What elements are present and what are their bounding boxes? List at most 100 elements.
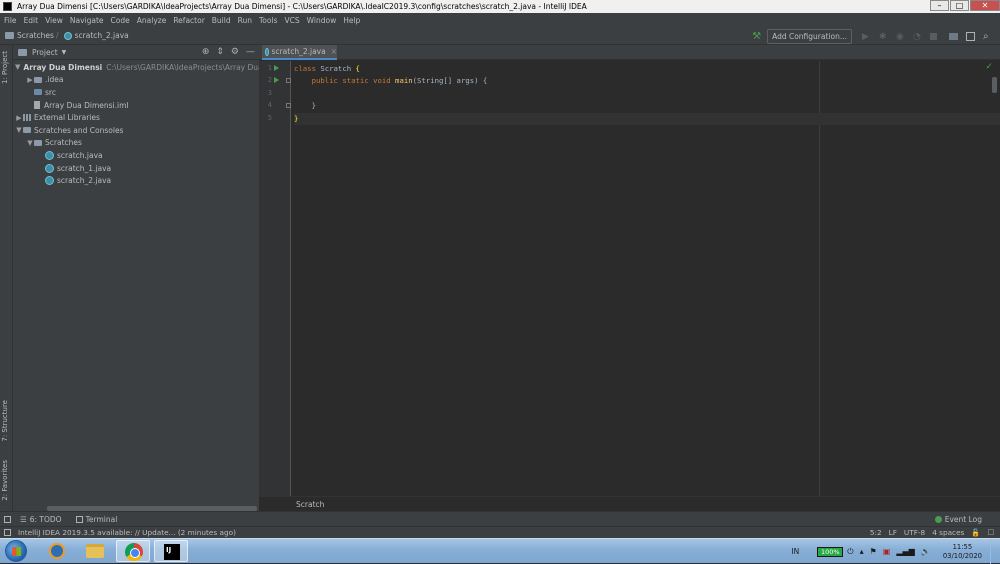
status-toggle-icon[interactable] (4, 529, 11, 536)
notification-icon[interactable]: ☐ (987, 528, 994, 537)
menu-tools[interactable]: Tools (259, 16, 277, 25)
structure-tool-tab[interactable]: 7: Structure (1, 400, 9, 442)
menu-view[interactable]: View (45, 16, 63, 25)
menu-edit[interactable]: Edit (24, 16, 39, 25)
breadcrumb-file[interactable]: scratch_2.java (75, 31, 129, 40)
editor-area: scratch_2.java × 1 2 3 4 5 class Scratch… (259, 45, 1000, 511)
volume-icon[interactable]: 🔈 (921, 547, 931, 556)
line-number: 4 (267, 101, 272, 109)
maximize-button[interactable]: □ (950, 0, 969, 11)
signal-icon[interactable]: ▂▄▆ (896, 547, 914, 556)
action-center-flag-icon[interactable]: ⚑ (870, 547, 877, 556)
chevron-down-icon[interactable]: ▼ (62, 49, 67, 56)
close-button[interactable]: ✕ (970, 0, 1000, 11)
tree-item[interactable]: Array Dua Dimensi.iml (13, 99, 259, 112)
file-encoding[interactable]: UTF-8 (904, 528, 925, 537)
menu-analyze[interactable]: Analyze (137, 16, 167, 25)
taskbar-media-player[interactable] (40, 540, 74, 562)
tree-item[interactable]: ▶ External Libraries (13, 111, 259, 124)
menu-window[interactable]: Window (307, 16, 337, 25)
code-token: Scratch (320, 64, 356, 73)
collapse-all-icon[interactable]: ⇕ (216, 47, 224, 57)
menu-run[interactable]: Run (238, 16, 252, 25)
menu-vcs[interactable]: VCS (284, 16, 299, 25)
menu-refactor[interactable]: Refactor (173, 16, 204, 25)
tree-item[interactable]: scratch_2.java (13, 174, 259, 187)
gear-icon[interactable]: ⚙ (231, 47, 239, 57)
lock-icon[interactable]: 🔓 (971, 528, 980, 537)
project-structure-icon[interactable] (949, 33, 958, 40)
toggle-tool-windows-icon[interactable] (4, 515, 11, 523)
expand-arrow-icon[interactable]: ▼ (15, 126, 23, 134)
event-log-button[interactable]: Event Log (934, 515, 982, 524)
locate-file-icon[interactable]: ⊕ (202, 47, 210, 57)
battery-indicator[interactable]: 100% (817, 546, 844, 557)
menu-help[interactable]: Help (343, 16, 360, 25)
code-editor[interactable]: class Scratch { public static void main(… (294, 61, 1000, 496)
add-configuration-button[interactable]: Add Configuration... (767, 29, 852, 44)
taskbar-file-explorer[interactable] (78, 540, 112, 562)
tree-item[interactable]: ▼ Scratches and Consoles (13, 124, 259, 137)
tree-item[interactable]: ▼ Scratches (13, 137, 259, 150)
project-view-selector[interactable]: Project (32, 48, 58, 57)
power-plug-icon[interactable]: ⏻ (847, 547, 853, 557)
search-everywhere-icon[interactable]: ⌕ (983, 32, 992, 42)
fold-marker-icon[interactable] (286, 78, 291, 83)
tree-item[interactable]: ▼ Array Dua Dimensi C:\Users\GARDIKA\IdeaP… (13, 61, 296, 74)
taskbar-chrome[interactable] (116, 540, 150, 562)
tree-item[interactable]: scratch.java (13, 149, 259, 162)
close-tab-icon[interactable]: × (331, 47, 337, 56)
menu-navigate[interactable]: Navigate (70, 16, 104, 25)
caret-position[interactable]: 5:2 (870, 528, 882, 537)
build-hammer-icon[interactable]: ⚒ (752, 31, 761, 42)
tree-item[interactable]: scratch_1.java (13, 162, 259, 175)
expand-arrow-icon[interactable]: ▼ (15, 63, 20, 71)
no-problems-check-icon[interactable]: ✓ (985, 62, 993, 72)
vertical-scrollbar[interactable] (992, 77, 997, 93)
editor-tab-bar: scratch_2.java × (259, 45, 1000, 60)
favorites-tool-tab[interactable]: 2: Favorites (1, 460, 9, 501)
expand-arrow-icon[interactable]: ▼ (26, 139, 34, 147)
hide-panel-icon[interactable]: — (246, 47, 255, 57)
collapse-arrow-icon[interactable]: ▶ (26, 76, 34, 84)
run-icon[interactable]: ▶ (862, 32, 871, 42)
run-class-icon[interactable] (274, 65, 279, 71)
breadcrumb-scratches[interactable]: Scratches (17, 31, 54, 40)
window-controls: – □ ✕ (929, 0, 1000, 11)
profile-icon[interactable]: ◔ (913, 32, 922, 42)
menu-code[interactable]: Code (111, 16, 130, 25)
status-message[interactable]: IntelliJ IDEA 2019.3.5 available: // Upd… (18, 528, 236, 537)
network-warning-icon[interactable]: ▣ (883, 547, 891, 556)
tree-item[interactable]: src (13, 86, 259, 99)
system-clock[interactable]: 11:55 03/10/2020 (943, 543, 982, 561)
project-tool-tab[interactable]: 1: Project (1, 51, 9, 84)
presentation-icon[interactable] (966, 32, 975, 41)
tree-item-label: .idea (45, 75, 64, 85)
terminal-tool-button[interactable]: Terminal (75, 515, 117, 524)
start-button[interactable] (5, 540, 27, 562)
stop-icon[interactable] (930, 33, 937, 40)
show-hidden-icons-icon[interactable]: ▴ (860, 547, 864, 556)
language-indicator[interactable]: IN (791, 547, 799, 556)
todo-tool-button[interactable]: ☰ 6: TODO (20, 515, 62, 524)
editor-breadcrumb-scratch[interactable]: Scratch (296, 500, 324, 509)
taskbar-intellij[interactable]: IJ (154, 540, 188, 562)
coverage-icon[interactable]: ◉ (896, 32, 905, 42)
menu-file[interactable]: File (4, 16, 17, 25)
minimize-button[interactable]: – (930, 0, 949, 11)
window-titlebar: Array Dua Dimensi [C:\Users\GARDIKA\Idea… (0, 0, 1000, 13)
indent-setting[interactable]: 4 spaces (932, 528, 964, 537)
tree-item[interactable]: ▶ .idea (13, 74, 259, 87)
project-panel: Project ▼ ⊕ ⇕ ⚙ — ▼ Array Dua Dimensi C:\U… (13, 45, 296, 511)
event-log-icon (934, 515, 942, 523)
code-token: main (395, 76, 413, 85)
editor-tab-scratch-2[interactable]: scratch_2.java × (262, 45, 337, 60)
fold-marker-icon[interactable] (286, 103, 291, 108)
library-icon (23, 114, 31, 122)
menu-build[interactable]: Build (212, 16, 231, 25)
collapse-arrow-icon[interactable]: ▶ (15, 114, 23, 122)
show-desktop-button[interactable] (990, 539, 1000, 564)
run-main-icon[interactable] (274, 77, 279, 83)
line-separator[interactable]: LF (889, 528, 897, 537)
debug-icon[interactable]: ✱ (879, 32, 888, 42)
